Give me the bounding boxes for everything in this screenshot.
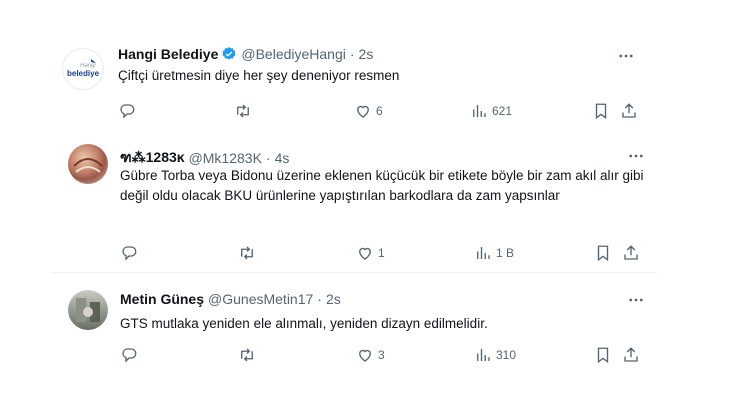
display-name[interactable]: Metin Güneş (120, 291, 204, 307)
views-button[interactable]: 1 B (474, 244, 514, 262)
action-bar: 6 621 (118, 102, 648, 122)
tweet-text: GTS mutlaka yeniden ele alınmalı, yenide… (120, 316, 488, 331)
avatar-image (73, 158, 103, 173)
like-count: 3 (378, 348, 385, 362)
avatar-image (76, 298, 100, 322)
like-button[interactable]: 6 (354, 102, 383, 120)
view-count: 1 B (496, 246, 515, 260)
share-icon (624, 245, 638, 260)
avatar[interactable] (68, 144, 108, 184)
more-icon[interactable] (616, 46, 636, 66)
share-icon (622, 103, 636, 118)
action-bar: 1 1 B (120, 244, 650, 264)
tweet-card[interactable]: Hangi belediye Hangi Belediye @BelediyeH… (62, 32, 656, 128)
separator-dot: · (317, 291, 322, 307)
views-button[interactable]: 310 (474, 346, 516, 364)
retweet-button[interactable] (238, 346, 260, 364)
avatar[interactable] (68, 290, 108, 330)
reply-button[interactable] (118, 102, 140, 120)
bookmark-icon (597, 245, 609, 262)
retweet-icon (237, 104, 249, 118)
timestamp[interactable]: 2s (326, 291, 341, 307)
views-icon (473, 105, 486, 117)
retweet-icon (241, 246, 253, 260)
share-button[interactable] (622, 244, 640, 262)
bookmark-button[interactable] (594, 346, 612, 364)
like-button[interactable]: 1 (356, 244, 385, 262)
retweet-button[interactable] (234, 102, 256, 120)
separator-dot: · (265, 150, 271, 166)
reply-button[interactable] (120, 244, 142, 262)
share-button[interactable] (622, 346, 640, 364)
views-button[interactable]: 621 (470, 102, 512, 120)
share-button[interactable] (620, 102, 638, 120)
handle[interactable]: @Mk1283K (189, 150, 262, 166)
action-bar: 3 310 (120, 346, 650, 366)
heart-icon (359, 349, 371, 362)
reply-icon (122, 246, 137, 261)
more-icon[interactable] (626, 290, 646, 310)
like-button[interactable]: 3 (356, 346, 385, 364)
heart-icon (357, 105, 369, 118)
view-count: 621 (492, 104, 513, 118)
like-count: 1 (378, 246, 385, 260)
separator-dot: · (349, 46, 355, 62)
reply-icon (120, 104, 135, 119)
retweet-icon (241, 348, 253, 362)
more-icon[interactable] (626, 146, 646, 166)
share-icon (624, 347, 638, 362)
view-count: 310 (496, 348, 517, 362)
retweet-button[interactable] (238, 244, 260, 262)
reply-button[interactable] (120, 346, 142, 364)
like-count: 6 (376, 104, 383, 118)
timestamp[interactable]: 4s (275, 150, 290, 166)
handle[interactable]: @GunesMetin17 (208, 291, 313, 307)
views-icon (477, 247, 490, 259)
timestamp[interactable]: 2s (359, 46, 374, 62)
handle[interactable]: @BelediyeHangi (241, 46, 346, 62)
display-name[interactable]: Hangi Belediye (118, 46, 218, 62)
reply-icon (122, 348, 137, 363)
tweet-text: Çiftçi üretmesin diye her şey deneniyor … (118, 68, 400, 83)
bookmark-icon (597, 347, 609, 364)
tweet-card[interactable]: Metin Güneş @GunesMetin17 · 2s GTS mutla… (52, 282, 658, 376)
verified-badge-icon (222, 47, 236, 60)
avatar[interactable]: Hangi belediye (62, 48, 104, 90)
bookmark-icon (595, 103, 607, 120)
bookmark-button[interactable] (592, 102, 610, 120)
heart-icon (359, 247, 371, 260)
views-icon (477, 349, 490, 361)
tweet-text: Gübre Torba veya Bidonu üzerine eklenen … (120, 168, 644, 203)
bookmark-button[interactable] (594, 244, 612, 262)
logo-text-bottom: belediye (67, 69, 100, 78)
tweet-card[interactable]: ฑ⁂1283ĸ @Mk1283K · 4s Gübre Torba veya B… (52, 138, 658, 273)
